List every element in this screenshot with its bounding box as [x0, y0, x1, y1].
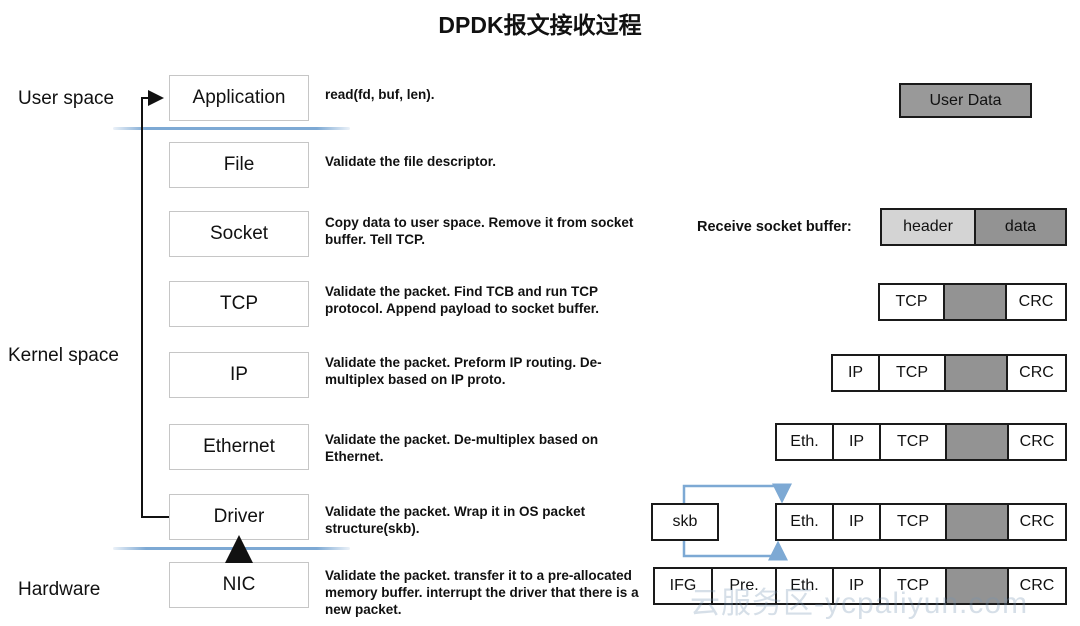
stack-box-label: Socket — [209, 223, 269, 244]
stack-box-label: Driver — [213, 506, 265, 527]
socket-buffer-cell-header: header — [882, 210, 976, 244]
packet-cell-eth: Eth. — [777, 505, 834, 539]
stack-box-socket[interactable]: Socket — [169, 211, 309, 257]
stack-box-label: Application — [192, 87, 286, 108]
packet-row-tcp: TCP CRC — [878, 283, 1067, 321]
packet-cell-crc: CRC — [1007, 285, 1065, 319]
zone-label-user-space: User space — [18, 88, 115, 109]
stack-box-label: Ethernet — [203, 436, 275, 457]
desc-ethernet: Validate the packet. De-multiplex based … — [325, 432, 599, 464]
packet-cell-ip: IP — [833, 356, 880, 390]
packet-row-driver: Eth. IP TCP CRC — [775, 503, 1067, 541]
stack-box-application[interactable]: Application — [169, 75, 309, 121]
user-data-label: User Data — [929, 91, 1002, 109]
packet-cell-tcp: TCP — [881, 505, 947, 539]
stack-box-tcp[interactable]: TCP — [169, 281, 309, 327]
zone-label-kernel-space: Kernel space — [8, 345, 119, 366]
skb-label: skb — [672, 513, 698, 530]
packet-cell-crc: CRC — [1009, 425, 1065, 459]
desc-ip: Validate the packet. Preform IP routing.… — [325, 355, 602, 387]
divider-kernel-hardware — [113, 547, 350, 550]
diagram-canvas: DPDK报文接收过程 User space Kernel space Hardw… — [0, 0, 1080, 626]
desc-application: read(fd, buf, len). — [325, 87, 435, 102]
skb-wrap-arrow-bottom — [682, 540, 788, 561]
stack-box-nic[interactable]: NIC — [169, 562, 309, 608]
stack-box-file[interactable]: File — [169, 142, 309, 188]
stack-box-ethernet[interactable]: Ethernet — [169, 424, 309, 470]
user-data-box: User Data — [899, 83, 1032, 118]
desc-nic: Validate the packet. transfer it to a pr… — [325, 568, 639, 617]
skb-box: skb — [651, 503, 719, 541]
packet-row-ethernet: Eth. IP TCP CRC — [775, 423, 1067, 461]
packet-cell-crc: CRC — [1008, 356, 1065, 390]
stack-box-label: TCP — [220, 293, 258, 314]
packet-cell-tcp: TCP — [880, 356, 946, 390]
skb-wrap-arrow-top — [682, 483, 792, 504]
stack-box-driver[interactable]: Driver — [169, 494, 309, 540]
packet-cell-payload — [947, 505, 1009, 539]
divider-user-kernel — [113, 127, 350, 130]
socket-buffer-row: header data — [880, 208, 1067, 246]
desc-driver: Validate the packet. Wrap it in OS packe… — [325, 504, 586, 536]
socket-buffer-cell-data: data — [976, 210, 1065, 244]
packet-cell-eth: Eth. — [777, 425, 834, 459]
packet-cell-tcp: TCP — [881, 425, 947, 459]
watermark-text: 云服务区-ycpaliyun.com — [690, 587, 1029, 620]
packet-cell-ip: IP — [834, 425, 881, 459]
kernel-flow-arrow — [141, 90, 169, 518]
packet-cell-crc: CRC — [1009, 505, 1065, 539]
stack-box-label: NIC — [222, 574, 256, 595]
stack-box-ip[interactable]: IP — [169, 352, 309, 398]
packet-cell-payload — [946, 356, 1008, 390]
desc-file: Validate the file descriptor. — [325, 154, 497, 169]
desc-socket: Copy data to user space. Remove it from … — [325, 215, 634, 247]
packet-cell-ip: IP — [834, 505, 881, 539]
packet-cell-tcp: TCP — [880, 285, 945, 319]
page-title: DPDK报文接收过程 — [438, 12, 642, 38]
stack-box-label: IP — [230, 364, 248, 385]
stack-box-label: File — [223, 154, 255, 175]
zone-label-hardware: Hardware — [18, 579, 101, 600]
packet-cell-payload — [945, 285, 1007, 319]
receive-socket-buffer-label: Receive socket buffer: — [697, 219, 852, 235]
packet-row-ip: IP TCP CRC — [831, 354, 1067, 392]
desc-tcp: Validate the packet. Find TCB and run TC… — [325, 284, 600, 316]
packet-cell-payload — [947, 425, 1009, 459]
